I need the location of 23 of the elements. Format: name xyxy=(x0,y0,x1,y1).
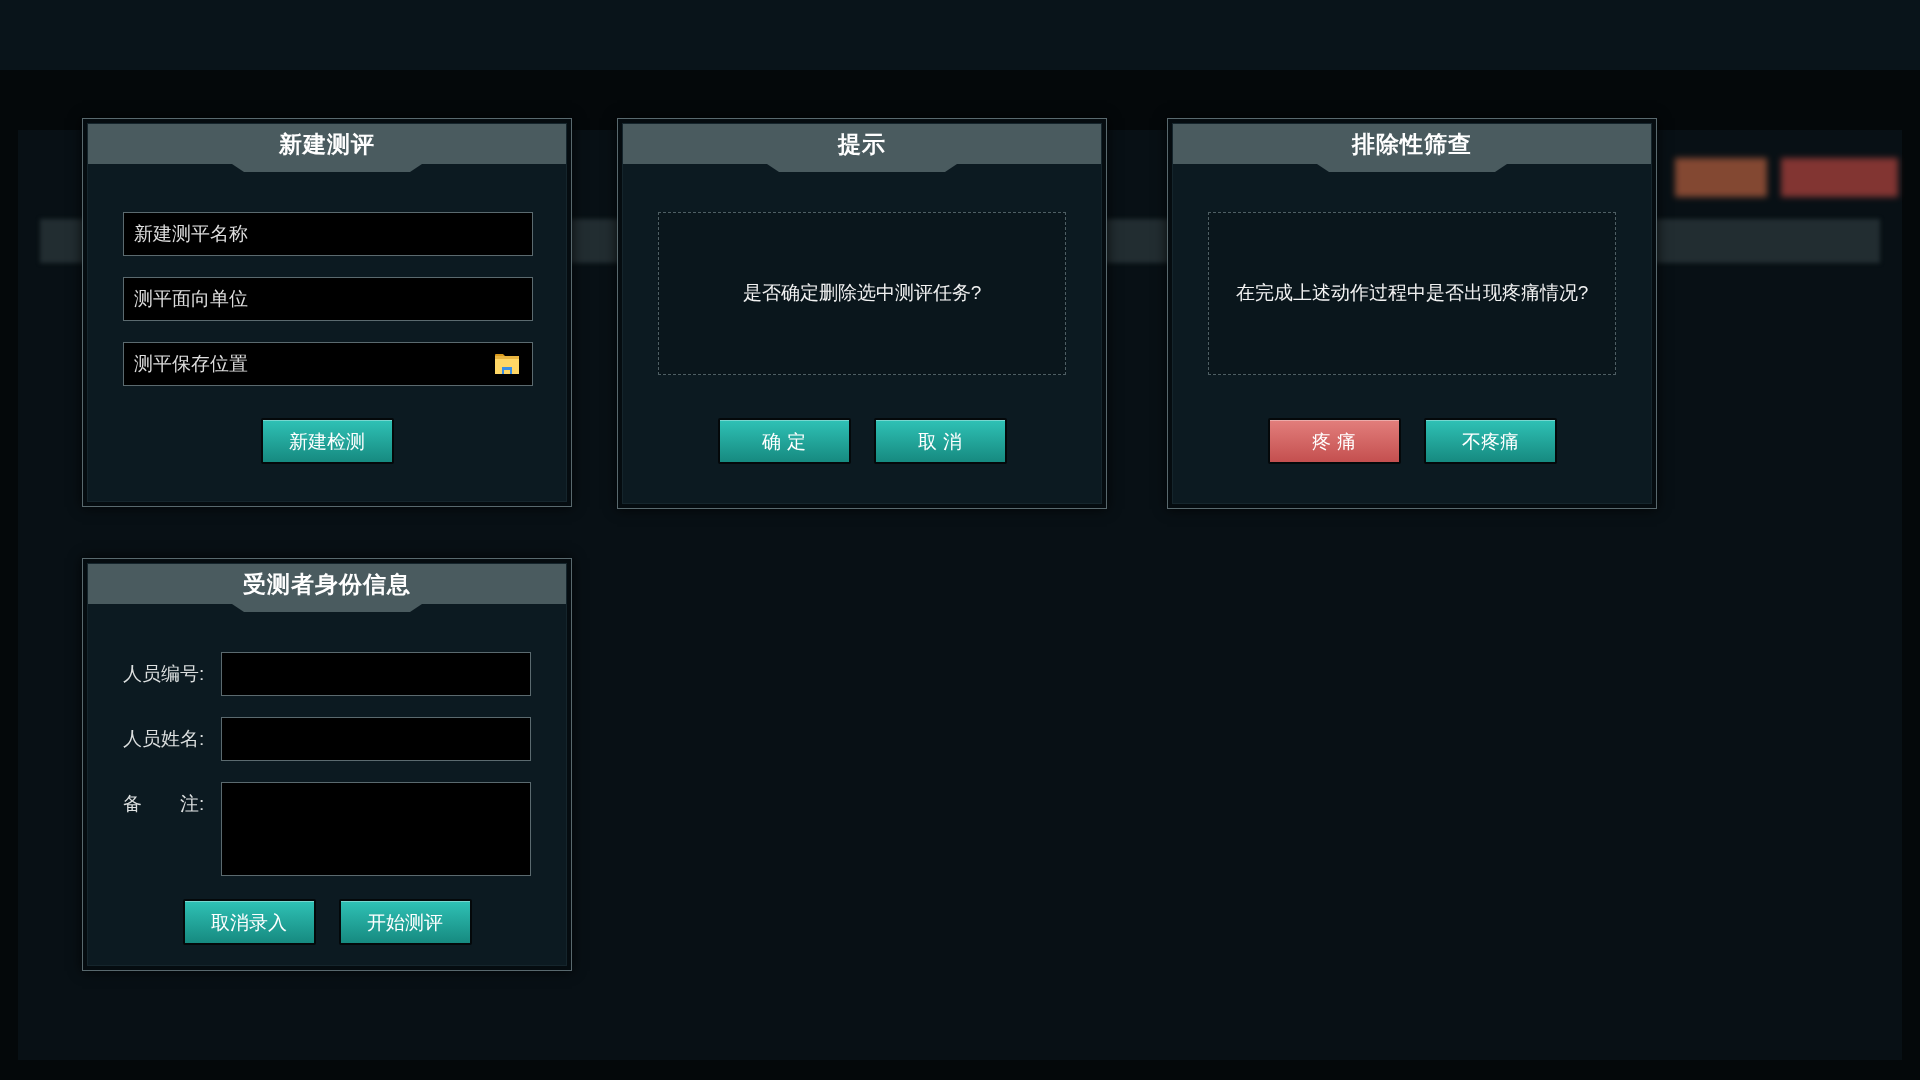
dialog-button[interactable]: 取消录入 xyxy=(182,899,316,945)
dialog-title: 受测者身份信息 xyxy=(243,570,411,599)
message-text: 在完成上述动作过程中是否出现疼痛情况? xyxy=(1235,281,1589,306)
field-label: 人员编号: xyxy=(123,662,206,686)
input-field[interactable] xyxy=(220,652,531,696)
dialog-title: 新建测评 xyxy=(279,130,375,159)
dialog-button[interactable]: 新建检测 xyxy=(260,418,394,464)
input-field[interactable] xyxy=(220,717,531,761)
dialog-button[interactable]: 开始测评 xyxy=(338,899,472,945)
dialog-title: 排除性筛查 xyxy=(1352,130,1472,159)
dialog-button[interactable]: 疼 痛 xyxy=(1267,418,1401,464)
dialog-title: 提示 xyxy=(838,130,886,159)
field-label: 备 注: xyxy=(123,792,206,816)
text-field[interactable]: 测平保存位置 xyxy=(123,342,533,386)
message-text: 是否确定删除选中测评任务? xyxy=(742,281,982,306)
dialog-button[interactable]: 取 消 xyxy=(873,418,1007,464)
dialog-button[interactable]: 确 定 xyxy=(717,418,851,464)
dialog-button[interactable]: 不疼痛 xyxy=(1423,418,1557,464)
folder-icon[interactable] xyxy=(495,354,519,374)
text-field[interactable]: 测平面向单位 xyxy=(123,277,533,321)
text-field[interactable]: 新建测平名称 xyxy=(123,212,533,256)
field-label: 人员姓名: xyxy=(123,727,206,751)
remarks-field[interactable] xyxy=(220,782,531,876)
